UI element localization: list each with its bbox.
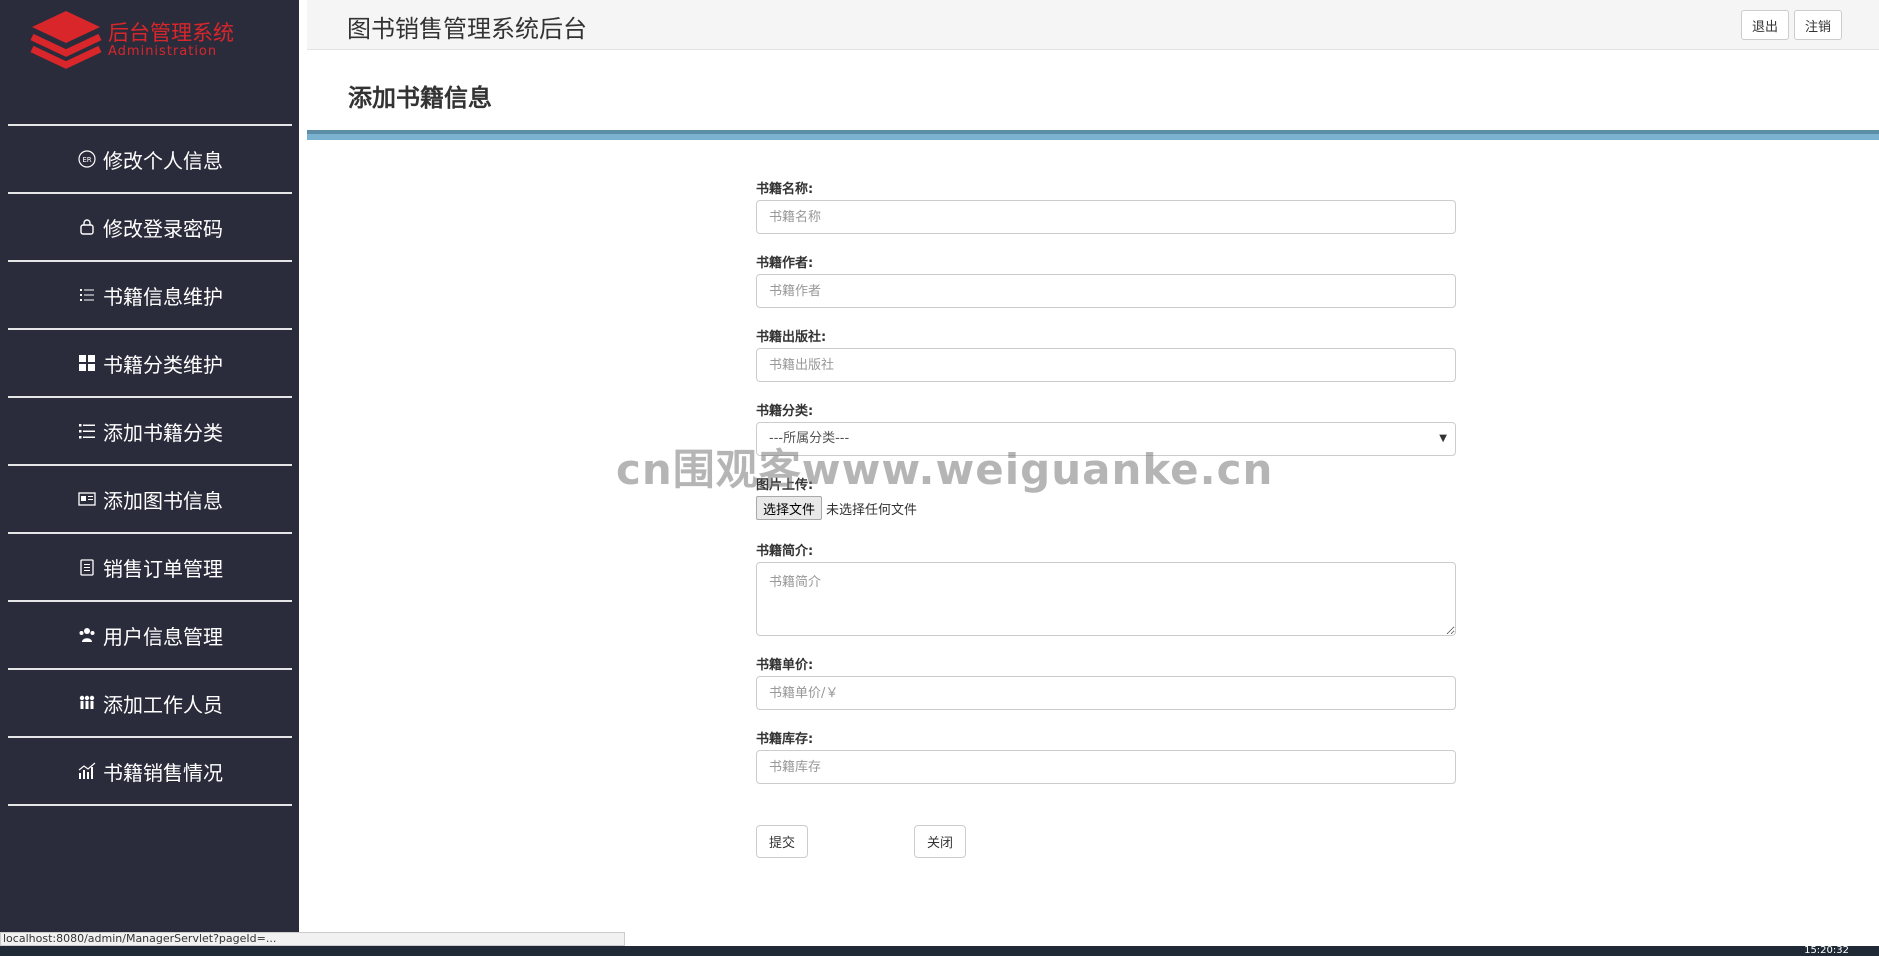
choose-file-button[interactable]: 选择文件 [756,496,823,520]
sidebar: 后台管理系统 Administration ER 修改个人信息 修改登录密码 书… [0,0,299,946]
submit-button[interactable]: 提交 [756,825,809,858]
sidebar-item-orders[interactable]: 销售订单管理 [8,534,292,602]
browser-status-bar: localhost:8080/admin/ManagerServlet?page… [0,932,625,946]
sidebar-item-label: 书籍信息维护 [103,284,223,309]
top-header: 图书销售管理系统后台 退出 注销 [307,0,1879,50]
grid-icon [77,353,97,373]
sidebar-item-label: 书籍销售情况 [103,760,223,785]
sidebar-item-add-staff[interactable]: 添加工作人员 [8,670,292,738]
sidebar-item-label: 修改登录密码 [103,216,223,241]
sidebar-item-add-category[interactable]: 添加书籍分类 [8,398,292,466]
sidebar-item-label: 添加工作人员 [103,692,223,717]
book-name-label: 书籍名称: [756,182,814,197]
id-card-icon: ER [77,149,97,169]
sidebar-item-add-book[interactable]: 添加图书信息 [8,466,292,534]
logo-subtitle: Administration [108,44,218,59]
sidebar-item-category-maintenance[interactable]: 书籍分类维护 [8,330,292,398]
close-button[interactable]: 关闭 [914,825,967,858]
logout-button[interactable]: 退出 [1741,10,1790,40]
sidebar-item-change-password[interactable]: 修改登录密码 [8,194,292,262]
logo-stack-icon [30,11,102,69]
sidebar-item-label: 书籍分类维护 [103,352,223,377]
book-category-label: 书籍分类: [756,404,814,419]
logo-title: 后台管理系统 [108,21,234,45]
book-publisher-label: 书籍出版社: [756,330,827,345]
sidebar-nav: ER 修改个人信息 修改登录密码 书籍信息维护 书籍分类维护 添加书籍分类 添加… [8,124,292,806]
book-price-label: 书籍单价: [756,658,814,673]
field-group-publisher: 书籍出版社: [756,328,1456,382]
sidebar-item-label: 修改个人信息 [103,148,223,173]
book-name-input[interactable] [756,200,1456,234]
field-group-price: 书籍单价: [756,656,1456,710]
svg-text:ER: ER [82,156,91,164]
sidebar-item-label: 销售订单管理 [103,556,223,581]
field-group-intro: 书籍简介: [756,542,1456,636]
taskbar-clock: 15:20:32 [1804,945,1849,956]
sidebar-item-label: 添加图书信息 [103,488,223,513]
sidebar-item-book-maintenance[interactable]: 书籍信息维护 [8,262,292,330]
app-title: 图书销售管理系统后台 [347,15,587,43]
book-publisher-input[interactable] [756,348,1456,382]
field-group-author: 书籍作者: [756,254,1456,308]
lock-icon [77,217,97,237]
os-taskbar [0,946,1879,956]
sidebar-item-sales-stats[interactable]: 书籍销售情况 [8,738,292,806]
book-intro-textarea[interactable] [756,562,1456,636]
book-intro-label: 书籍简介: [756,544,814,559]
sidebar-item-label: 用户信息管理 [103,624,223,649]
list-icon [77,285,97,305]
group-icon [77,693,97,713]
clipboard-icon [77,557,97,577]
book-stock-input[interactable] [756,750,1456,784]
users-icon [77,625,97,645]
book-icon [77,489,97,509]
watermark: cn围观客www.weiguanke.cn [616,445,1274,494]
chart-icon [77,761,97,781]
logo: 后台管理系统 Administration [28,8,248,72]
page-title: 添加书籍信息 [348,84,492,112]
caret-down-icon: ▼ [1439,433,1447,444]
title-divider-bar [307,130,1879,140]
cancel-account-button[interactable]: 注销 [1794,10,1843,40]
list-icon [77,421,97,441]
field-group-stock: 书籍库存: [756,730,1456,784]
book-author-input[interactable] [756,274,1456,308]
book-author-label: 书籍作者: [756,256,814,271]
sidebar-item-label: 添加书籍分类 [103,420,223,445]
sidebar-item-edit-profile[interactable]: ER 修改个人信息 [8,126,292,194]
file-status-text: 未选择任何文件 [826,502,918,518]
sidebar-item-users[interactable]: 用户信息管理 [8,602,292,670]
book-stock-label: 书籍库存: [756,732,814,747]
field-group-name: 书籍名称: [756,180,1456,234]
book-price-input[interactable] [756,676,1456,710]
